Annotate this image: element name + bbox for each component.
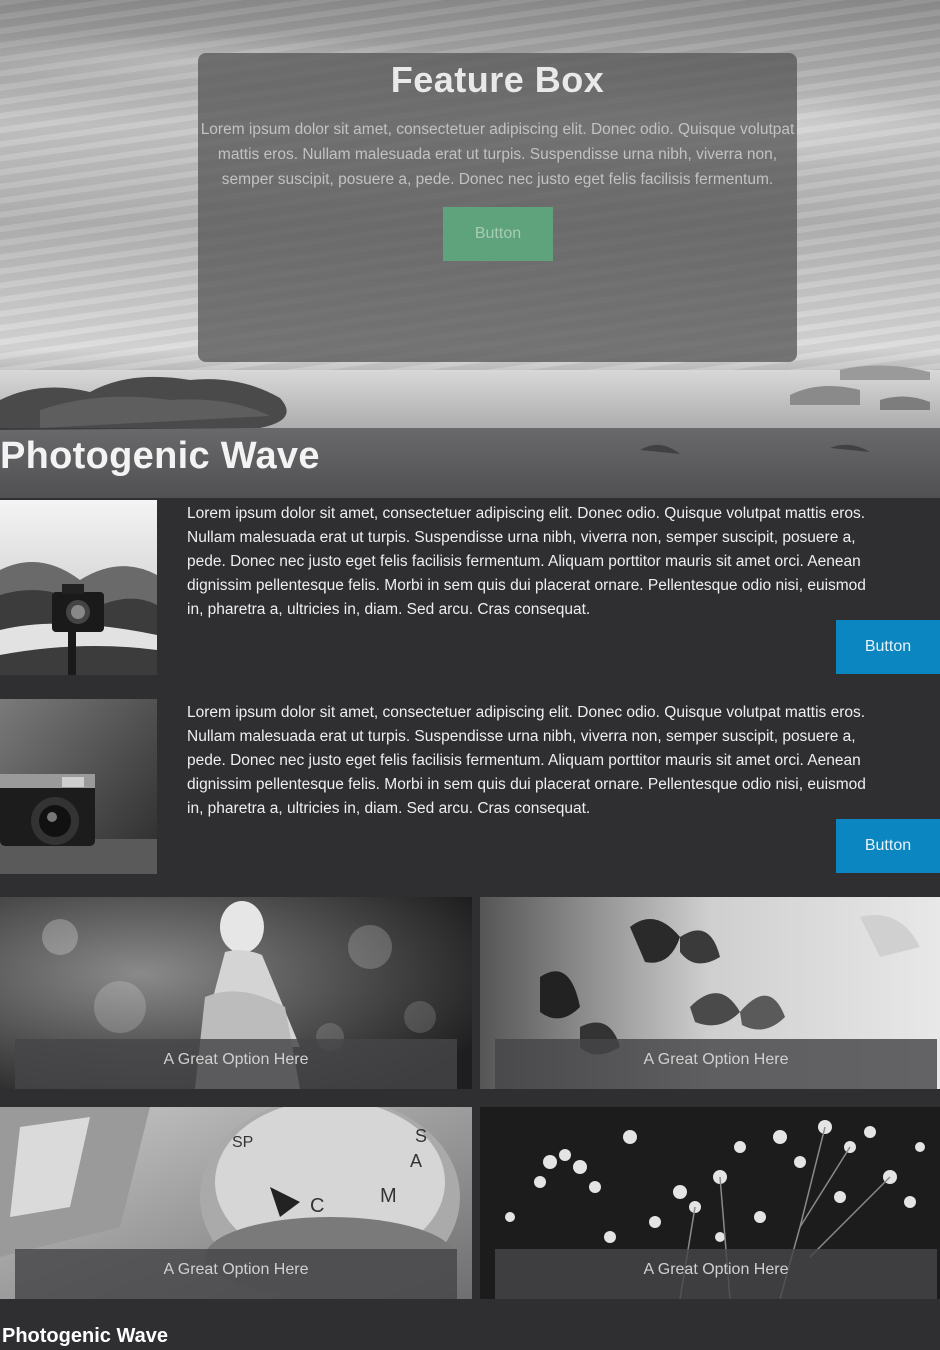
tile-caption[interactable]: A Great Option Here [15,1039,457,1089]
feature-box-title: Feature Box [390,59,605,100]
article-button[interactable]: Button [836,819,940,873]
vintage-camera-image [0,699,157,874]
svg-text:SP: SP [232,1134,253,1151]
option-tile-camera-dial[interactable]: C M A S SP A Great Option Here [0,1107,472,1299]
tile-caption[interactable]: A Great Option Here [15,1249,457,1299]
option-tile-butterflies[interactable]: A Great Option Here [480,897,940,1089]
svg-text:C: C [310,1195,324,1217]
footer-title: Photogenic Wave [2,1325,168,1347]
hero-banner: Feature Box Lorem ipsum dolor sit amet, … [0,0,940,498]
feature-box-button[interactable]: Button [443,207,553,261]
option-tile-flowers[interactable]: A Great Option Here [480,1107,940,1299]
camera-on-tripod-image [0,500,157,675]
option-tile-figurine[interactable]: A Great Option Here [0,897,472,1089]
tile-caption[interactable]: A Great Option Here [495,1039,937,1089]
tile-caption[interactable]: A Great Option Here [495,1249,937,1299]
article-text: Lorem ipsum dolor sit amet, consectetuer… [187,505,866,618]
article-text: Lorem ipsum dolor sit amet, consectetuer… [187,704,866,817]
feature-box: Feature Box Lorem ipsum dolor sit amet, … [198,53,797,362]
svg-text:M: M [380,1185,397,1207]
svg-text:A: A [410,1151,422,1171]
article-row-2: Lorem ipsum dolor sit amet, consectetuer… [0,699,940,875]
article-row-1: Lorem ipsum dolor sit amet, consectetuer… [0,500,940,676]
svg-text:S: S [415,1126,427,1146]
article-button[interactable]: Button [836,620,940,674]
section-title: Photogenic Wave [0,435,320,477]
feature-box-text: Lorem ipsum dolor sit amet, consectetuer… [200,121,795,188]
